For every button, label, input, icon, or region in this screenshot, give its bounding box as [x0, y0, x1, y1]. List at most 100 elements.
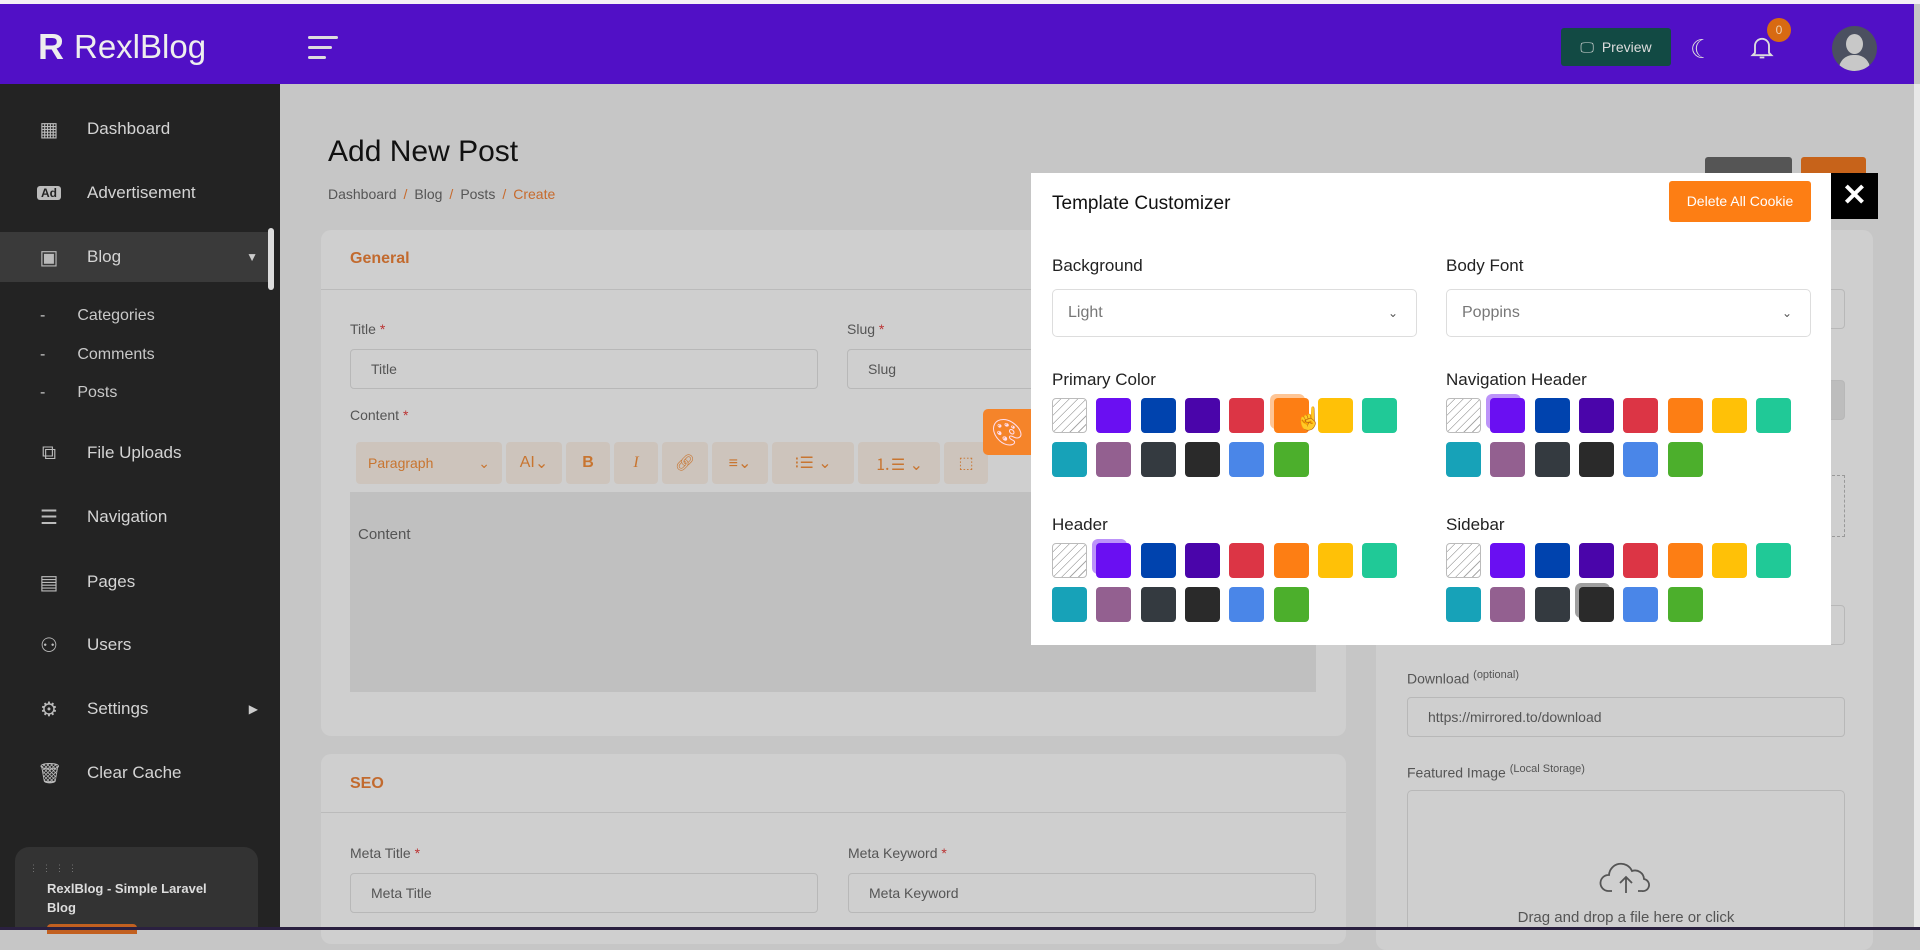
download-input[interactable]: https://mirrored.to/download	[1407, 697, 1845, 737]
color-swatch-none[interactable]	[1446, 398, 1481, 433]
sidebar-item-pages[interactable]: ▤ Pages	[0, 557, 272, 607]
featured-image-dropzone[interactable]: Drag and drop a file here or click	[1407, 790, 1845, 930]
color-swatch[interactable]	[1229, 587, 1265, 622]
color-swatch[interactable]	[1756, 543, 1792, 578]
close-customizer-button[interactable]: ✕	[1831, 173, 1878, 219]
color-swatch[interactable]	[1578, 398, 1614, 433]
color-swatch[interactable]	[1273, 587, 1309, 622]
color-swatch[interactable]	[1446, 587, 1481, 622]
color-swatch[interactable]	[1623, 543, 1659, 578]
color-swatch[interactable]	[1096, 587, 1132, 622]
color-swatch[interactable]	[1623, 587, 1659, 622]
background-select[interactable]: Light ⌄	[1052, 289, 1417, 337]
color-swatch[interactable]	[1052, 587, 1087, 622]
sidebar-item-dashboard[interactable]: ▦ Dashboard	[0, 104, 272, 154]
sidebar-item-navigation[interactable]: ☰ Navigation	[0, 492, 272, 542]
delete-all-cookie-button[interactable]: Delete All Cookie	[1669, 181, 1811, 222]
color-swatch[interactable]	[1184, 442, 1220, 477]
color-swatch[interactable]	[1184, 587, 1220, 622]
sidebar-subitem-posts[interactable]: - Posts	[40, 384, 117, 402]
color-swatch[interactable]	[1052, 442, 1087, 477]
color-swatch[interactable]	[1096, 442, 1132, 477]
sidebar-scrollbar[interactable]	[268, 228, 274, 290]
color-swatch[interactable]	[1623, 398, 1659, 433]
color-swatch[interactable]	[1711, 543, 1747, 578]
color-swatch[interactable]	[1140, 442, 1176, 477]
sidebar-subitem-categories[interactable]: - Categories	[40, 307, 155, 325]
color-swatch[interactable]	[1756, 398, 1792, 433]
color-swatch[interactable]	[1667, 398, 1703, 433]
preview-button[interactable]: 🖵 Preview	[1561, 28, 1671, 66]
meta-title-input[interactable]: Meta Title	[350, 873, 818, 913]
color-swatch[interactable]	[1667, 543, 1703, 578]
color-swatch[interactable]	[1317, 543, 1353, 578]
color-swatch[interactable]	[1184, 398, 1220, 433]
breadcrumb-dashboard[interactable]: Dashboard	[328, 186, 397, 202]
preview-label: Preview	[1601, 39, 1652, 55]
color-swatch[interactable]	[1667, 587, 1703, 622]
color-swatch[interactable]	[1229, 442, 1265, 477]
numbered-list-icon[interactable]: ⒈☰ ⌄	[858, 442, 940, 484]
color-swatch[interactable]	[1446, 442, 1481, 477]
color-swatch[interactable]	[1578, 543, 1614, 578]
paragraph-dropdown[interactable]: Paragraph ⌄	[356, 442, 502, 484]
hamburger-menu-icon[interactable]	[308, 36, 338, 60]
body-font-select[interactable]: Poppins ⌄	[1446, 289, 1811, 337]
color-swatch-selected[interactable]	[1574, 583, 1614, 622]
sidebar-subitem-label: Comments	[77, 346, 155, 363]
ad-icon: Ad	[37, 186, 61, 200]
color-swatch[interactable]	[1229, 543, 1265, 578]
color-swatch[interactable]	[1534, 398, 1570, 433]
color-swatch[interactable]	[1534, 543, 1570, 578]
color-swatch-none[interactable]	[1052, 398, 1087, 433]
color-swatch[interactable]	[1490, 587, 1526, 622]
color-swatch[interactable]	[1534, 442, 1570, 477]
sidebar-item-blog[interactable]: ▣ Blog ▼	[0, 232, 272, 282]
sidebar-item-advertisement[interactable]: Ad Advertisement	[0, 168, 272, 218]
block-quote-icon[interactable]: ⬚	[944, 442, 988, 484]
color-swatch-none[interactable]	[1446, 543, 1481, 578]
color-swatch[interactable]	[1711, 398, 1747, 433]
color-swatch-none[interactable]	[1052, 543, 1087, 578]
sidebar-item-settings[interactable]: ⚙ Settings ▶	[0, 684, 272, 734]
breadcrumb-posts[interactable]: Posts	[460, 186, 495, 202]
color-swatch[interactable]	[1229, 398, 1265, 433]
font-size-dropdown[interactable]: AI ⌄	[506, 442, 562, 484]
color-swatch[interactable]	[1096, 398, 1132, 433]
color-swatch[interactable]	[1140, 398, 1176, 433]
color-swatch[interactable]	[1490, 543, 1526, 578]
color-swatch[interactable]	[1273, 442, 1309, 477]
color-swatch-selected[interactable]	[1092, 539, 1132, 578]
dark-mode-moon-icon[interactable]: ☾	[1690, 34, 1713, 65]
color-swatch[interactable]	[1667, 442, 1703, 477]
sidebar-subitem-comments[interactable]: - Comments	[40, 346, 155, 364]
meta-keyword-input[interactable]: Meta Keyword	[848, 873, 1316, 913]
color-swatch[interactable]	[1534, 587, 1570, 622]
breadcrumb-blog[interactable]: Blog	[414, 186, 442, 202]
color-swatch[interactable]	[1317, 398, 1353, 433]
sidebar-item-clear-cache[interactable]: 🗑 Clear Cache	[0, 748, 272, 798]
color-swatch[interactable]	[1140, 543, 1176, 578]
italic-button[interactable]: I	[614, 442, 658, 484]
customizer-palette-icon[interactable]: 🎨︎	[983, 409, 1031, 455]
color-swatch[interactable]	[1140, 587, 1176, 622]
color-swatch-selected[interactable]	[1486, 394, 1526, 433]
user-avatar[interactable]	[1832, 26, 1877, 71]
color-swatch[interactable]	[1362, 543, 1398, 578]
hand-cursor-icon: ☝	[1295, 406, 1323, 431]
color-swatch[interactable]	[1273, 543, 1309, 578]
color-swatch[interactable]	[1578, 442, 1614, 477]
sidebar-item-users[interactable]: ⚇ Users	[0, 620, 272, 670]
bold-button[interactable]: B	[566, 442, 610, 484]
sidebar-item-file-uploads[interactable]: ⧉ File Uploads	[0, 428, 272, 478]
color-swatch[interactable]	[1623, 442, 1659, 477]
color-swatch[interactable]	[1490, 442, 1526, 477]
title-input[interactable]: Title	[350, 349, 818, 389]
page-scrollbar[interactable]	[1914, 84, 1920, 930]
logo[interactable]: R RexlBlog	[38, 26, 206, 68]
link-icon[interactable]: 🔗︎	[662, 442, 708, 484]
color-swatch[interactable]	[1362, 398, 1398, 433]
bullet-list-icon[interactable]: ⁝☰ ⌄	[772, 442, 854, 484]
align-icon[interactable]: ≡⌄	[712, 442, 768, 484]
color-swatch[interactable]	[1184, 543, 1220, 578]
